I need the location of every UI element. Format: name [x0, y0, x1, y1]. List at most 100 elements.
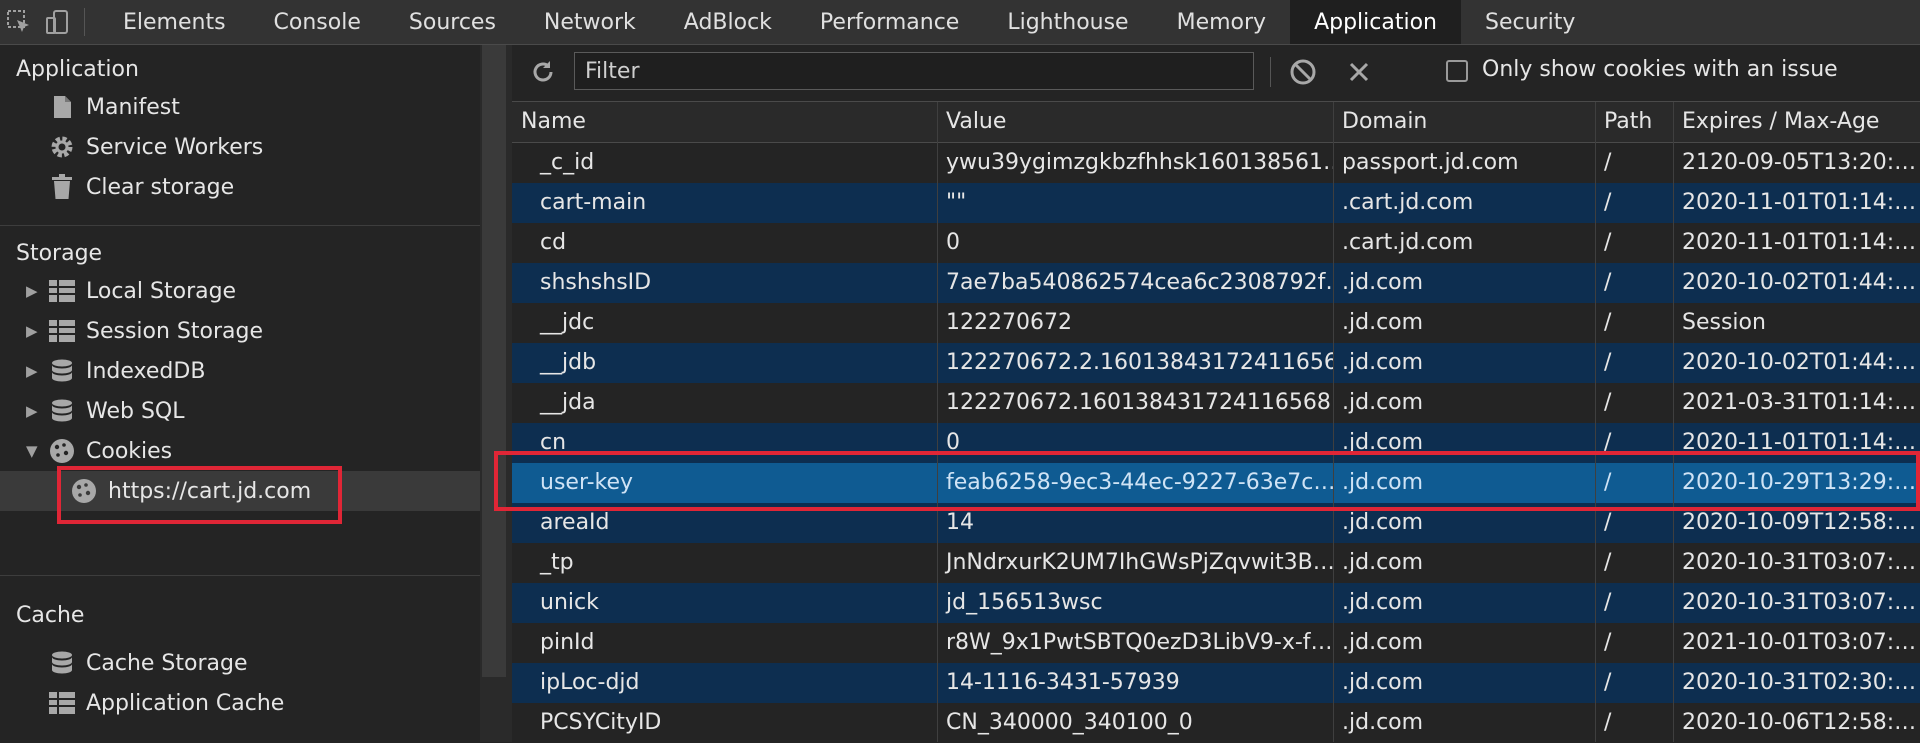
tab-adblock[interactable]: AdBlock — [660, 0, 796, 44]
toolbar-divider — [1270, 57, 1271, 87]
expand-arrow-icon[interactable]: ▶ — [26, 282, 40, 300]
table-row[interactable]: ipLoc-djd 14-1116-3431-57939 .jd.com / 2020-… — [512, 663, 1920, 703]
cell-value: 122270672.160138431724116568… — [946, 390, 1333, 415]
sidebar-item-manifest[interactable]: Manifest — [0, 87, 480, 127]
sidebar-divider — [0, 575, 480, 576]
sidebar-item-cookies[interactable]: ▼ Cookies — [0, 431, 480, 471]
sidebar-item-local-storage[interactable]: ▶ Local Storage — [0, 271, 480, 311]
sidebar-item-session-storage[interactable]: ▶ Session Storage — [0, 311, 480, 351]
table-row[interactable]: pinId r8W_9x1PwtSBTQ0ezD3LibV9-x-f… .jd.co… — [512, 623, 1920, 663]
table-row[interactable]: cd 0 .cart.jd.com / 2020-11-01T01:14:… — [512, 223, 1920, 263]
tab-performance[interactable]: Performance — [796, 0, 983, 44]
database-icon — [48, 649, 76, 677]
grid-icon — [48, 317, 76, 345]
only-issue-checkbox[interactable] — [1446, 60, 1468, 82]
table-row[interactable]: shshshsID 7ae7ba540862574cea6c2308792f… .j… — [512, 263, 1920, 303]
cell-domain: passport.jd.com — [1342, 150, 1519, 175]
column-header-domain[interactable]: Domain — [1333, 102, 1595, 142]
sidebar-item-label: Cache Storage — [86, 650, 248, 676]
column-divider[interactable] — [937, 102, 938, 742]
cell-domain: .jd.com — [1342, 550, 1424, 575]
column-header-expires[interactable]: Expires / Max-Age — [1673, 102, 1920, 142]
cell-expires: 2020-10-31T03:07:… — [1682, 550, 1917, 575]
expand-arrow-icon[interactable]: ▶ — [26, 322, 40, 340]
cell-expires: 2020-10-31T03:07:… — [1682, 590, 1917, 615]
cell-domain: .jd.com — [1342, 670, 1424, 695]
expand-arrow-icon[interactable]: ▶ — [26, 402, 40, 420]
cell-domain: .jd.com — [1342, 710, 1424, 735]
sidebar-item-web-sql[interactable]: ▶ Web SQL — [0, 391, 480, 431]
sidebar-item-label: Web SQL — [86, 398, 185, 424]
sidebar-scrollbar[interactable] — [482, 45, 506, 677]
table-row[interactable]: __jdb 122270672.2.16013843172411656… .jd.c… — [512, 343, 1920, 383]
cookies-panel: Only show cookies with an issue Name Val… — [512, 45, 1920, 743]
sidebar-splitter[interactable] — [480, 45, 512, 742]
tab-lighthouse[interactable]: Lighthouse — [983, 0, 1152, 44]
sidebar-item-label: IndexedDB — [86, 358, 206, 384]
table-row[interactable]: unick jd_156513wsc .jd.com / 2020-10-31T03:0… — [512, 583, 1920, 623]
sidebar-item-indexeddb[interactable]: ▶ IndexedDB — [0, 351, 480, 391]
column-divider[interactable] — [1333, 102, 1334, 742]
sidebar-item-label: Cookies — [86, 438, 173, 464]
sidebar-item-label: Session Storage — [86, 318, 264, 344]
cell-path: / — [1604, 190, 1612, 215]
tab-application[interactable]: Application — [1290, 0, 1462, 44]
sidebar-item-application-cache[interactable]: Application Cache — [0, 683, 480, 723]
cell-name: __jdc — [540, 310, 595, 335]
table-row[interactable]: PCSYCityID CN_340000_340100_0 .jd.com / 2020… — [512, 703, 1920, 743]
tab-memory[interactable]: Memory — [1153, 0, 1290, 44]
table-row[interactable]: _c_id ywu39ygimzgkbzfhhsk160138561… passpo… — [512, 143, 1920, 183]
column-divider[interactable] — [1673, 102, 1674, 742]
tab-console[interactable]: Console — [250, 0, 385, 44]
cell-value: 122270672.2.16013843172411656… — [946, 350, 1333, 375]
cell-name: shshshsID — [540, 270, 652, 295]
device-toolbar-icon[interactable] — [38, 0, 76, 44]
cell-path: / — [1604, 150, 1612, 175]
clear-all-icon[interactable] — [1286, 55, 1320, 89]
cell-name: unick — [540, 590, 599, 615]
sidebar-item-label: Manifest — [86, 94, 180, 120]
sidebar-item-label: Clear storage — [86, 174, 235, 200]
table-row[interactable]: __jdc 122270672 .jd.com / Session — [512, 303, 1920, 343]
table-row[interactable]: cart-main "" .cart.jd.com / 2020-11-01T01:14… — [512, 183, 1920, 223]
expand-arrow-icon[interactable]: ▶ — [26, 362, 40, 380]
collapse-arrow-icon[interactable]: ▼ — [26, 442, 40, 460]
cell-domain: .cart.jd.com — [1342, 230, 1474, 255]
delete-selected-icon[interactable] — [1342, 55, 1376, 89]
tab-network[interactable]: Network — [520, 0, 660, 44]
trash-icon — [48, 173, 76, 201]
cell-path: / — [1604, 230, 1612, 255]
cookie-icon — [48, 437, 76, 465]
application-sidebar: Application Manifest Service Workers Cle… — [0, 45, 480, 742]
refresh-icon[interactable] — [526, 55, 560, 89]
table-row[interactable]: __jda 122270672.160138431724116568… .jd.co… — [512, 383, 1920, 423]
column-divider[interactable] — [1595, 102, 1596, 742]
highlight-box-cookie-origin — [57, 466, 342, 524]
cell-value: "" — [946, 190, 967, 215]
cell-domain: .jd.com — [1342, 310, 1424, 335]
column-header-value[interactable]: Value — [937, 102, 1333, 142]
sidebar-item-service-workers[interactable]: Service Workers — [0, 127, 480, 167]
cell-expires: 2020-11-01T01:14:… — [1682, 230, 1917, 255]
filter-input[interactable] — [574, 52, 1254, 90]
cell-path: / — [1604, 670, 1612, 695]
column-header-path[interactable]: Path — [1595, 102, 1673, 142]
devtools-tabbar: Elements Console Sources Network AdBlock Perf… — [0, 0, 1920, 45]
sidebar-item-cache-storage[interactable]: Cache Storage — [0, 643, 480, 683]
tab-sources[interactable]: Sources — [385, 0, 520, 44]
cell-expires: 2020-10-06T12:58:… — [1682, 710, 1917, 735]
only-issue-label: Only show cookies with an issue — [1482, 57, 1838, 82]
cell-name: cart-main — [540, 190, 647, 215]
tab-security[interactable]: Security — [1461, 0, 1599, 44]
document-icon — [48, 93, 76, 121]
grid-icon — [48, 689, 76, 717]
column-header-name[interactable]: Name — [512, 102, 937, 142]
sidebar-item-label: Service Workers — [86, 134, 264, 160]
sidebar-item-clear-storage[interactable]: Clear storage — [0, 167, 480, 207]
tab-elements[interactable]: Elements — [99, 0, 250, 44]
cell-name: _c_id — [540, 150, 595, 175]
inspect-element-icon[interactable] — [0, 0, 38, 44]
cell-path: / — [1604, 710, 1612, 735]
table-row[interactable]: _tp JnNdrxurK2UM7IhGWsPjZqvwit3B… .jd.com /… — [512, 543, 1920, 583]
sidebar-item-label: Local Storage — [86, 278, 237, 304]
